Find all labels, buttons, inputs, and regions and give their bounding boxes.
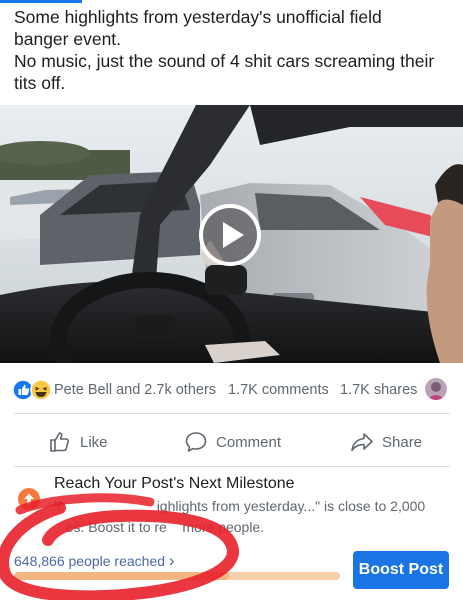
video-player[interactable] bbox=[0, 105, 463, 363]
like-label: Like bbox=[80, 433, 108, 451]
divider bbox=[14, 413, 450, 414]
play-icon bbox=[199, 204, 261, 266]
shares-count[interactable]: 1.7K shares bbox=[340, 382, 417, 398]
chevron-right-icon: › bbox=[168, 551, 175, 570]
milestone-title: Reach Your Post's Next Milestone bbox=[54, 475, 295, 492]
post-text-line: Some highlights from yesterday's unoffic… bbox=[14, 7, 382, 27]
comments-count[interactable]: 1.7K comments bbox=[228, 382, 329, 398]
comment-icon bbox=[185, 432, 207, 452]
like-icon bbox=[12, 379, 34, 401]
post-text-line: banger event. bbox=[14, 29, 122, 49]
post-text: Some highlights from yesterday's unoffic… bbox=[14, 6, 454, 94]
reach-progress-fill bbox=[14, 572, 230, 580]
people-reached-text: 648,866 people reached bbox=[14, 553, 166, 569]
share-button[interactable]: Share bbox=[350, 425, 422, 459]
milestone-arrow-icon bbox=[18, 488, 40, 510]
post-text-line: tits off. bbox=[14, 73, 66, 93]
avatar[interactable] bbox=[425, 378, 447, 400]
share-label: Share bbox=[382, 433, 423, 451]
people-reached-link[interactable]: 648,866 people reached › bbox=[14, 551, 175, 571]
top-accent-line bbox=[0, 0, 82, 3]
reach-progress-bar bbox=[14, 572, 340, 580]
like-button[interactable]: Like bbox=[48, 425, 108, 459]
reactors-text[interactable]: Pete Bell and 2.7k others bbox=[54, 382, 216, 398]
milestone-body-line: es. Boost it to re more people. bbox=[54, 519, 265, 535]
post-card: Some highlights from yesterday's unoffic… bbox=[0, 0, 463, 600]
reaction-icons[interactable] bbox=[12, 379, 54, 401]
reactions-row: Pete Bell and 2.7k others 1.7K comments … bbox=[12, 378, 452, 402]
comment-button[interactable]: Comment bbox=[184, 425, 281, 459]
haha-icon bbox=[30, 379, 52, 401]
play-button[interactable] bbox=[198, 203, 261, 266]
comment-label: Comment bbox=[216, 433, 282, 451]
divider bbox=[14, 466, 450, 467]
share-icon bbox=[351, 433, 373, 452]
milestone-body-line: Y ighlights from yesterday..." is close … bbox=[54, 498, 426, 514]
post-text-line: No music, just the sound of 4 shit cars … bbox=[14, 51, 435, 71]
boost-post-button[interactable]: Boost Post bbox=[353, 551, 449, 589]
thumbs-up-icon bbox=[50, 432, 69, 452]
milestone-body: Y ighlights from yesterday..." is close … bbox=[54, 496, 449, 538]
